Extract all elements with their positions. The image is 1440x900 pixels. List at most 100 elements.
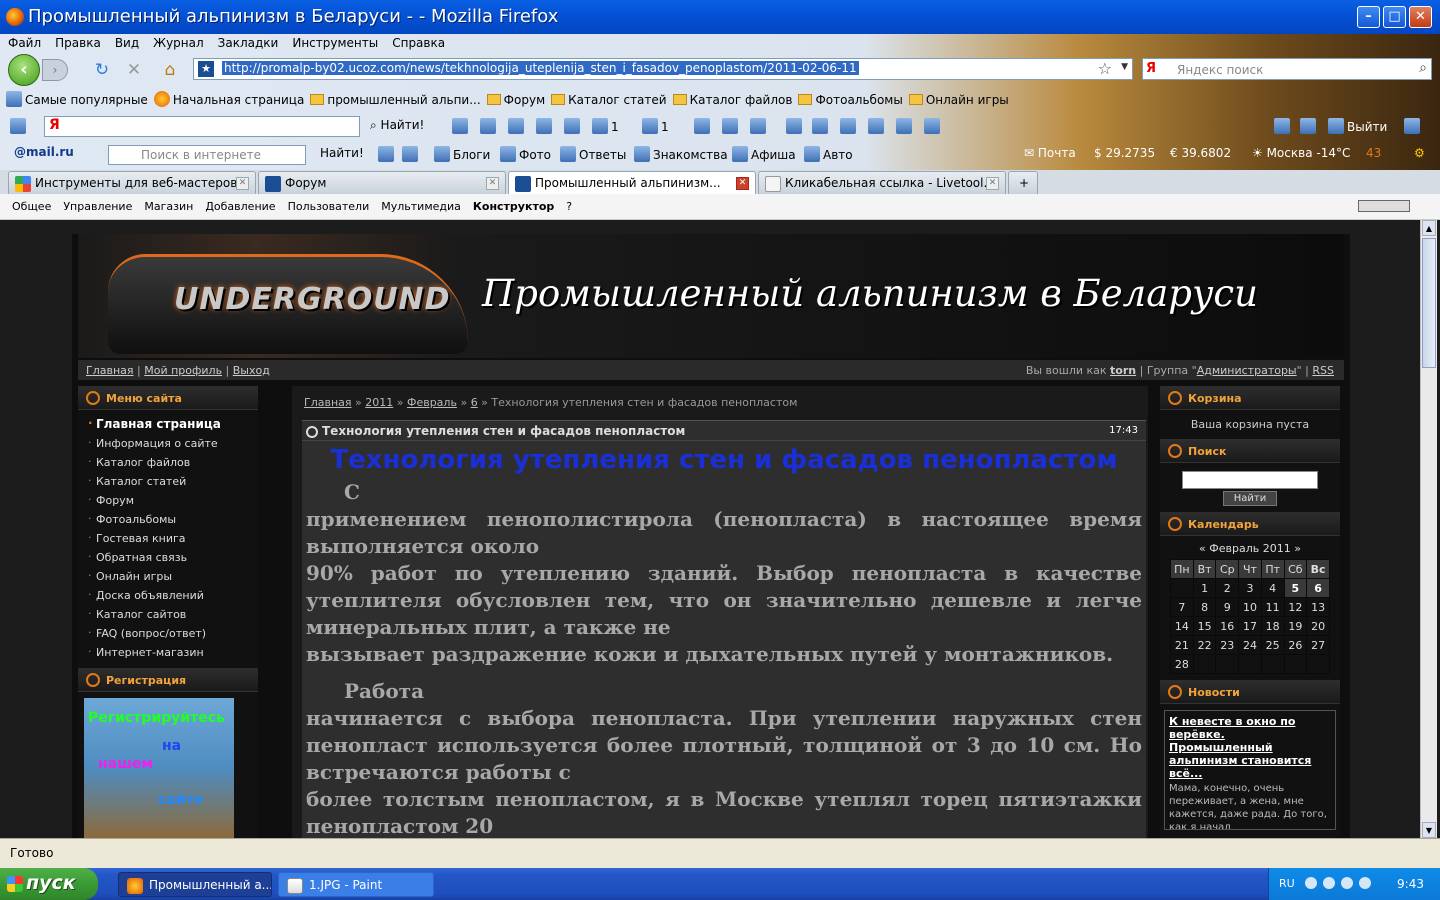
- menu-edit[interactable]: Правка: [45, 34, 105, 50]
- toolbar-icon-1[interactable]: [452, 118, 468, 134]
- menu-item[interactable]: Фотоальбомы: [78, 510, 258, 529]
- toolbar-icon-3[interactable]: [508, 118, 524, 134]
- calendar-day[interactable]: 5: [1283, 578, 1308, 598]
- tray-icon[interactable]: [1341, 877, 1353, 889]
- link-afisha[interactable]: Афиша: [732, 146, 796, 162]
- toolbar-settings-icon[interactable]: [1404, 118, 1420, 134]
- mail-icon[interactable]: [536, 118, 552, 134]
- bookmark-articles[interactable]: Каталог статей: [551, 93, 667, 107]
- exit-button[interactable]: Выйти: [1328, 118, 1387, 134]
- menu-bookmarks[interactable]: Закладки: [208, 34, 283, 50]
- maximize-button[interactable]: □: [1383, 6, 1406, 28]
- bookmark-most-visited[interactable]: Самые популярные: [6, 91, 148, 107]
- counter-2[interactable]: 1: [642, 118, 669, 134]
- tab-livetool[interactable]: Кликабельная ссылка - Livetool... ✕: [758, 171, 1006, 194]
- start-button[interactable]: пуск: [0, 868, 98, 900]
- tab-close-icon[interactable]: ✕: [986, 177, 999, 190]
- menu-history[interactable]: Журнал: [143, 34, 208, 50]
- tab-close-icon[interactable]: ✕: [736, 177, 749, 190]
- menu-item[interactable]: Доска объявлений: [78, 586, 258, 605]
- menu-item[interactable]: Информация о сайте: [78, 434, 258, 453]
- admin-media[interactable]: Мультимедиа: [381, 200, 461, 213]
- admin-manage[interactable]: Управление: [63, 200, 132, 213]
- close-button[interactable]: ✕: [1409, 6, 1432, 28]
- link-profile[interactable]: Мой профиль: [144, 364, 222, 377]
- menu-view[interactable]: Вид: [105, 34, 143, 50]
- page-scrollbar[interactable]: ▲ ▼: [1420, 220, 1437, 838]
- bookmark-files[interactable]: Каталог файлов: [672, 93, 792, 107]
- yandex-search-input[interactable]: Я: [44, 116, 360, 137]
- admin-users[interactable]: Пользователи: [288, 200, 370, 213]
- menu-item[interactable]: Онлайн игры: [78, 567, 258, 586]
- zoom-icon[interactable]: [402, 146, 418, 162]
- calendar-next[interactable]: »: [1294, 542, 1301, 555]
- user-icon[interactable]: [1300, 118, 1316, 134]
- language-indicator[interactable]: RU: [1279, 877, 1295, 890]
- url-text[interactable]: http://promalp-by02.ucoz.com/news/tekhno…: [222, 61, 859, 75]
- eur-rate[interactable]: € 39.6802: [1170, 146, 1231, 160]
- url-dropdown-icon[interactable]: ▼: [1121, 62, 1128, 72]
- link-answers[interactable]: Ответы: [560, 146, 626, 162]
- toolbar-icon-11[interactable]: [896, 118, 912, 134]
- calendar-day[interactable]: 6: [1306, 578, 1330, 598]
- toolbar-icon-9[interactable]: [840, 118, 856, 134]
- toolbar-icon-4[interactable]: [694, 118, 710, 134]
- link-home[interactable]: Главная: [86, 364, 134, 377]
- menu-item[interactable]: Форум: [78, 491, 258, 510]
- toolbar-icon-5[interactable]: [722, 118, 738, 134]
- menu-item[interactable]: FAQ (вопрос/ответ): [78, 624, 258, 643]
- toolbar-icon-8[interactable]: [812, 118, 828, 134]
- site-search-button[interactable]: Найти: [1222, 491, 1278, 506]
- bookmark-start-page[interactable]: Начальная страница: [153, 91, 304, 107]
- menu-item[interactable]: Интернет-магазин: [78, 643, 258, 662]
- link-auto[interactable]: Авто: [804, 146, 853, 162]
- tab-webmaster[interactable]: Инструменты для веб-мастеров... ✕: [8, 171, 256, 194]
- toolbar-icon-13[interactable]: [1274, 118, 1290, 134]
- counter-1[interactable]: 1: [592, 118, 619, 134]
- search-bar[interactable]: Я Яндекс поиск ⌕: [1142, 58, 1432, 80]
- tab-current[interactable]: Промышленный альпинизм... ✕: [508, 171, 756, 195]
- minimize-button[interactable]: –: [1357, 6, 1380, 28]
- tray-icon[interactable]: [1323, 877, 1335, 889]
- admin-shop[interactable]: Магазин: [144, 200, 193, 213]
- admin-constructor[interactable]: Конструктор: [473, 200, 554, 213]
- edit-icon[interactable]: [378, 146, 394, 162]
- menu-item[interactable]: Каталог статей: [78, 472, 258, 491]
- mailru-logo[interactable]: @mail.ru: [14, 145, 74, 159]
- menu-help[interactable]: Справка: [382, 34, 449, 50]
- mailru-find-button[interactable]: Найти!: [320, 146, 364, 160]
- bookmark-photos[interactable]: Фотоальбомы: [798, 93, 903, 107]
- menu-item[interactable]: Каталог файлов: [78, 453, 258, 472]
- forward-button[interactable]: ›: [42, 59, 68, 81]
- menu-item[interactable]: Каталог сайтов: [78, 605, 258, 624]
- crumb-home[interactable]: Главная: [304, 396, 352, 409]
- link-photo[interactable]: Фото: [500, 146, 551, 162]
- toolbar-icon-10[interactable]: [868, 118, 884, 134]
- toolbar-icon-2[interactable]: [480, 118, 496, 134]
- link-dating[interactable]: Знакомства: [634, 146, 728, 162]
- menu-file[interactable]: Файл: [0, 34, 45, 50]
- task-firefox[interactable]: Промышленный а...: [118, 872, 272, 897]
- bookmark-promalp[interactable]: промышленный альпи...: [310, 93, 481, 107]
- scroll-down-icon[interactable]: ▼: [1422, 822, 1436, 838]
- tab-close-icon[interactable]: ✕: [236, 177, 249, 190]
- tab-close-icon[interactable]: ✕: [486, 177, 499, 190]
- vk-icon[interactable]: [10, 118, 26, 134]
- bookmark-forum[interactable]: Форум: [486, 93, 545, 107]
- crumb-day[interactable]: 6: [471, 396, 478, 409]
- home-icon[interactable]: ⌂: [160, 60, 180, 80]
- search-icon[interactable]: ⌕: [1419, 60, 1427, 76]
- bookmark-games[interactable]: Онлайн игры: [908, 93, 1009, 107]
- news-link[interactable]: К невесте в окно по верёвке. Промышленны…: [1169, 715, 1331, 780]
- link-blogs[interactable]: Блоги: [434, 146, 490, 162]
- admin-slider[interactable]: [1358, 200, 1410, 212]
- scroll-thumb[interactable]: [1422, 238, 1436, 368]
- mailru-search-input[interactable]: Поиск в интернете: [108, 145, 306, 165]
- scroll-up-icon[interactable]: ▲: [1422, 220, 1436, 236]
- tab-forum[interactable]: Форум ✕: [258, 171, 506, 194]
- url-bar[interactable]: ★ http://promalp-by02.ucoz.com/news/tekh…: [193, 58, 1133, 80]
- yandex-engine-icon[interactable]: Я: [1146, 61, 1156, 76]
- site-search-input[interactable]: [1182, 471, 1318, 489]
- back-button[interactable]: ‹: [8, 54, 40, 86]
- link-logout[interactable]: Выход: [233, 364, 270, 377]
